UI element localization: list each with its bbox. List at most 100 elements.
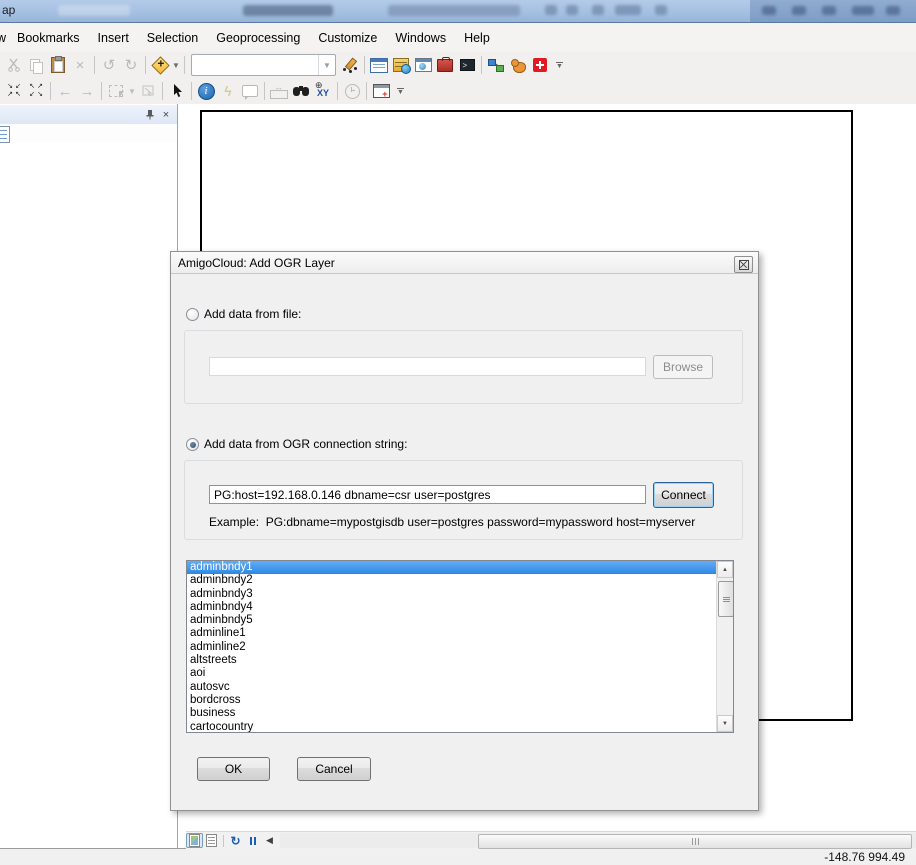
file-path-input[interactable] xyxy=(209,357,646,376)
refresh-icon[interactable]: ↻ xyxy=(227,833,244,848)
list-item[interactable]: business xyxy=(187,707,716,720)
arcmap-window: ap w Bookmarks Insert Selection Geoproce… xyxy=(0,0,916,865)
add-from-ogr-radio[interactable] xyxy=(186,438,199,451)
titlebar-right-section xyxy=(750,0,916,22)
menu-help[interactable]: Help xyxy=(455,31,499,45)
list-item[interactable]: adminbndy3 xyxy=(187,588,716,601)
select-elements-icon[interactable] xyxy=(166,80,188,102)
list-item[interactable]: adminbndy5 xyxy=(187,614,716,627)
list-item[interactable]: altstreets xyxy=(187,654,716,667)
select-features-icon[interactable] xyxy=(105,80,127,102)
dialog-close-button[interactable] xyxy=(734,256,753,273)
layout-scroll-strip: ↻ ◀ xyxy=(186,831,916,849)
os-titlebar[interactable]: ap xyxy=(0,0,916,23)
find-icon[interactable] xyxy=(290,80,312,102)
layout-view-button[interactable] xyxy=(203,833,220,848)
list-item[interactable]: adminline2 xyxy=(187,641,716,654)
menu-view-partial[interactable]: w xyxy=(0,31,8,45)
blurred-ghost xyxy=(852,6,874,15)
layer-listbox[interactable]: adminbndy1 adminbndy2 adminbndy3 adminbndy4… xyxy=(186,560,734,733)
menu-insert[interactable]: Insert xyxy=(89,31,138,45)
go-forward-icon[interactable]: → xyxy=(76,80,98,102)
list-item[interactable]: adminbndy2 xyxy=(187,574,716,587)
mascot-icon[interactable] xyxy=(507,54,529,76)
toolbar-separator xyxy=(223,834,224,847)
horizontal-scrollbar[interactable] xyxy=(280,833,916,849)
clear-selection-icon[interactable] xyxy=(137,80,159,102)
python-window-icon[interactable]: > xyxy=(456,54,478,76)
paste-icon[interactable] xyxy=(47,54,69,76)
list-item[interactable]: adminbndy4 xyxy=(187,601,716,614)
fixed-zoom-in-icon[interactable]: ↘ ↙ ↗ ↖ xyxy=(3,80,25,102)
delete-icon[interactable]: × xyxy=(69,54,91,76)
toc-panel-header[interactable]: × xyxy=(0,105,177,124)
toolbar-separator xyxy=(162,82,163,100)
scale-combo[interactable]: ▼ xyxy=(191,54,336,76)
go-to-xy-icon[interactable]: XY xyxy=(312,80,334,102)
horizontal-scrollbar-thumb[interactable] xyxy=(478,834,912,849)
html-popup-icon[interactable] xyxy=(239,80,261,102)
pause-drawing-icon[interactable] xyxy=(244,833,261,848)
list-item[interactable]: cartocountry xyxy=(187,721,716,732)
fixed-zoom-out-icon[interactable]: ↖ ↗ ↙ ↘ xyxy=(25,80,47,102)
search-window-icon[interactable] xyxy=(412,54,434,76)
ok-button[interactable]: OK xyxy=(197,757,270,781)
edit-sketch-icon[interactable] xyxy=(339,54,361,76)
blurred-ghost xyxy=(545,5,557,15)
menu-geoprocessing[interactable]: Geoprocessing xyxy=(207,31,309,45)
list-item[interactable]: bordcross xyxy=(187,694,716,707)
table-of-contents-panel: × xyxy=(0,104,178,848)
amigocloud-icon[interactable] xyxy=(529,54,551,76)
list-by-drawing-order-icon[interactable] xyxy=(0,126,10,143)
measure-icon[interactable] xyxy=(268,80,290,102)
go-back-icon[interactable]: ← xyxy=(54,80,76,102)
connection-string-input[interactable] xyxy=(209,485,646,504)
viewer-window-icon[interactable] xyxy=(370,80,392,102)
blurred-ghost xyxy=(388,5,520,16)
menu-selection[interactable]: Selection xyxy=(138,31,207,45)
add-data-dropdown-icon[interactable]: ▼ xyxy=(171,61,181,70)
model-builder-icon[interactable] xyxy=(485,54,507,76)
redo-icon[interactable]: ↻ xyxy=(120,54,142,76)
scroll-left-arrow[interactable]: ◀ xyxy=(261,833,278,848)
toolbar-overflow-icon[interactable]: ▼ xyxy=(394,87,407,96)
browse-button[interactable]: Browse xyxy=(653,355,713,379)
list-item[interactable]: adminbndy1 xyxy=(187,561,733,575)
menu-customize[interactable]: Customize xyxy=(309,31,386,45)
hyperlink-icon[interactable]: ϟ xyxy=(217,80,239,102)
table-of-contents-icon[interactable] xyxy=(368,54,390,76)
copy-icon[interactable] xyxy=(25,54,47,76)
scroll-down-arrow[interactable]: ▼ xyxy=(717,715,733,732)
pin-icon[interactable] xyxy=(142,107,158,122)
cut-icon[interactable] xyxy=(3,54,25,76)
add-data-icon[interactable] xyxy=(149,54,171,76)
scroll-up-arrow[interactable]: ▲ xyxy=(717,561,733,578)
blurred-ghost xyxy=(58,5,130,16)
menu-bookmarks[interactable]: Bookmarks xyxy=(8,31,89,45)
toolbar-separator xyxy=(481,56,482,74)
add-from-file-radio[interactable] xyxy=(186,308,199,321)
list-item[interactable]: adminline1 xyxy=(187,627,716,640)
arctoolbox-icon[interactable] xyxy=(434,54,456,76)
combo-dropdown-icon[interactable]: ▼ xyxy=(318,55,335,75)
listbox-scrollbar[interactable]: ▲ ▼ xyxy=(716,561,733,732)
menu-windows[interactable]: Windows xyxy=(386,31,455,45)
blurred-ghost xyxy=(566,5,578,15)
scrollbar-thumb[interactable] xyxy=(718,581,733,617)
undo-icon[interactable]: ↺ xyxy=(98,54,120,76)
catalog-icon[interactable] xyxy=(390,54,412,76)
identify-icon[interactable]: i xyxy=(195,80,217,102)
toolbar-overflow-icon[interactable]: ▼ xyxy=(553,61,566,70)
close-icon[interactable]: × xyxy=(158,107,174,122)
coordinate-readout: -148.76 994.49 xyxy=(824,850,905,864)
add-from-file-label: Add data from file: xyxy=(204,307,302,321)
cancel-button[interactable]: Cancel xyxy=(297,757,371,781)
list-item[interactable]: autosvc xyxy=(187,681,716,694)
blurred-ghost xyxy=(762,6,776,15)
dialog-titlebar[interactable]: AmigoCloud: Add OGR Layer xyxy=(171,252,758,274)
data-view-button[interactable] xyxy=(186,833,203,848)
time-slider-icon[interactable] xyxy=(341,80,363,102)
connect-button[interactable]: Connect xyxy=(653,482,714,508)
list-item[interactable]: aoi xyxy=(187,667,716,680)
select-features-dropdown-icon[interactable]: ▼ xyxy=(127,87,137,96)
